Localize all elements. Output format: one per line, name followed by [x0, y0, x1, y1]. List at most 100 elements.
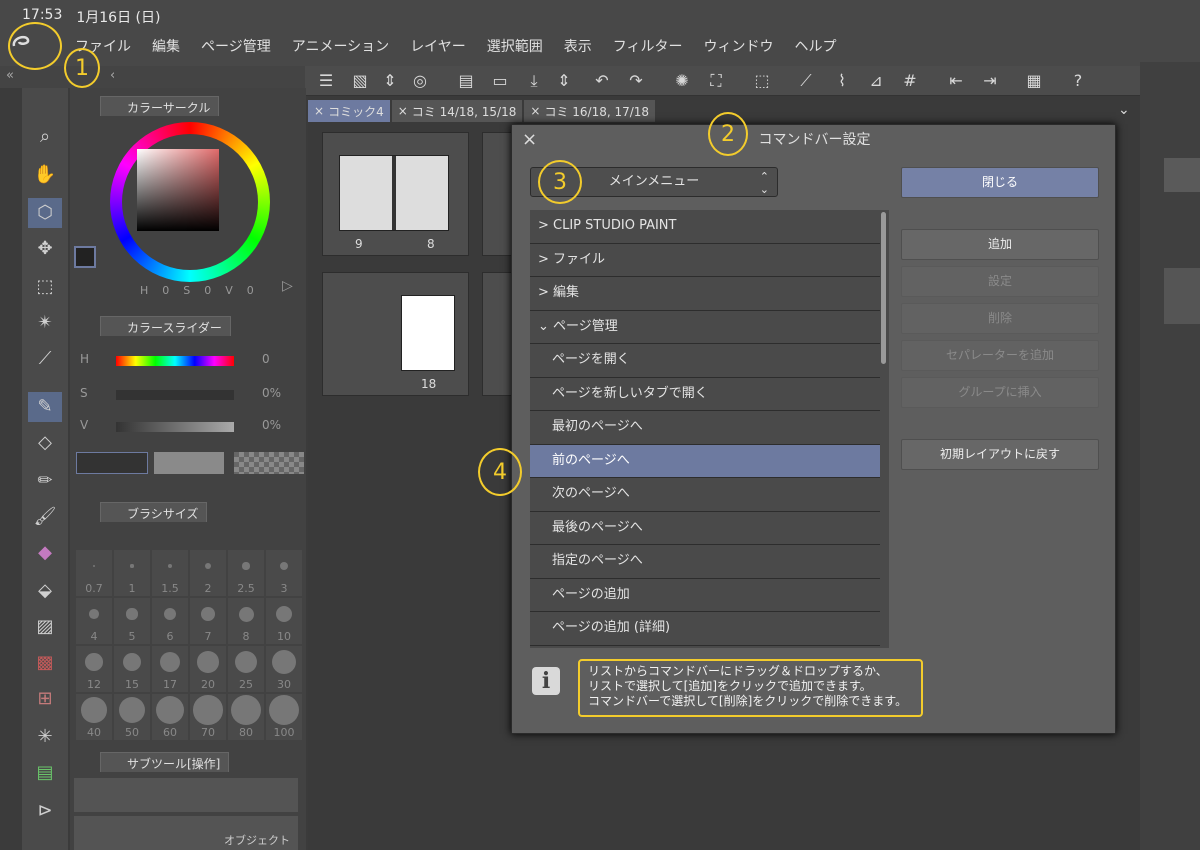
color-circle-tab[interactable]: カラーサークル	[100, 96, 220, 116]
close-button[interactable]: 閉じる	[901, 167, 1099, 198]
color-slider-tab[interactable]: カラースライダー	[100, 316, 231, 336]
bg-color-chip[interactable]	[154, 452, 224, 474]
subtool-tab[interactable]: サブツール[操作]	[100, 752, 230, 772]
subtool-item[interactable]	[74, 778, 298, 812]
menu-item-7[interactable]: フィルター	[613, 36, 683, 56]
brush-size-cell[interactable]: 10	[266, 598, 302, 644]
brush-size-cell[interactable]: 4	[76, 598, 112, 644]
command-list-item[interactable]: > CLIP STUDIO PAINT	[530, 210, 880, 244]
tab-0[interactable]: × コミック4	[308, 100, 390, 122]
brush-size-cell[interactable]: 5	[114, 598, 150, 644]
brush-size-cell[interactable]: 3	[266, 550, 302, 596]
settings-button[interactable]: 設定	[901, 266, 1099, 297]
pencil-icon[interactable]: ✏	[28, 466, 62, 496]
export-icon[interactable]: ⤓	[523, 70, 545, 92]
chevron-right-icon[interactable]: >	[538, 218, 553, 233]
saturation-slider[interactable]	[116, 390, 234, 400]
delete-button[interactable]: 削除	[901, 303, 1099, 334]
command-list-item[interactable]: 指定のページへ	[530, 545, 880, 579]
menu-item-1[interactable]: 編集	[152, 36, 180, 56]
undo-icon[interactable]: ↶	[591, 70, 613, 92]
balloon-icon[interactable]: ⊳	[28, 796, 62, 826]
chevron-down-icon[interactable]: ⌄	[538, 319, 553, 334]
chevron-right-icon[interactable]: >	[538, 285, 553, 300]
ruler-tool-icon[interactable]: ✳	[28, 722, 62, 752]
brush-size-cell[interactable]: 12	[76, 646, 112, 692]
hand-tool-icon[interactable]: ✋	[28, 160, 62, 190]
command-list-item[interactable]: 次のページへ	[530, 478, 880, 512]
chevron-down-icon[interactable]: ⌄	[1118, 102, 1130, 118]
play-icon[interactable]: ▷	[282, 278, 293, 294]
close-icon[interactable]: ×	[522, 129, 537, 150]
gradient-icon[interactable]: ▨	[28, 612, 62, 642]
close-icon[interactable]: ×	[398, 104, 408, 118]
zoom-tool-icon[interactable]: ⌕	[28, 122, 62, 152]
add-button[interactable]: 追加	[901, 229, 1099, 260]
command-list-item[interactable]: > ファイル	[530, 244, 880, 277]
command-list-item[interactable]: > 編集	[530, 277, 880, 311]
deselect-icon[interactable]: ⬚	[751, 70, 773, 92]
tab-2[interactable]: × コミ 16/18, 17/18	[524, 100, 656, 122]
fill-icon[interactable]: ⌇	[831, 70, 853, 92]
grid-icon[interactable]: #	[899, 70, 921, 92]
figure-icon[interactable]: ▩	[28, 648, 62, 678]
move-tool-icon[interactable]: ✥	[28, 234, 62, 264]
menu-item-8[interactable]: ウィンドウ	[704, 36, 774, 56]
transparent-chip[interactable]	[234, 452, 304, 474]
prev-page-icon[interactable]: ⇤	[945, 70, 967, 92]
collapse-left-icon[interactable]: «	[6, 68, 14, 83]
layout-icon[interactable]: ▦	[1023, 70, 1045, 92]
brush-size-cell[interactable]: 60	[152, 694, 188, 740]
loading-icon[interactable]: ✺	[671, 70, 693, 92]
brush-size-cell[interactable]: 6	[152, 598, 188, 644]
brush-size-cell[interactable]: 1.5	[152, 550, 188, 596]
menu-item-5[interactable]: 選択範囲	[487, 36, 543, 56]
scrollbar[interactable]	[881, 212, 886, 364]
brush-icon[interactable]: 🖌	[28, 502, 62, 532]
new-icon[interactable]: ▧	[349, 70, 371, 92]
text-tool-icon[interactable]: ▤	[28, 758, 62, 788]
page-thumb[interactable]: 18	[322, 272, 469, 396]
pen-tool-icon[interactable]: ✎	[28, 392, 62, 422]
menu-item-2[interactable]: ページ管理	[201, 36, 271, 56]
brush-size-cell[interactable]: 2	[190, 550, 226, 596]
object-row[interactable]: オブジェクト	[74, 816, 298, 850]
menu-item-3[interactable]: アニメーション	[292, 36, 389, 56]
value-slider[interactable]	[116, 422, 234, 432]
fg-color-chip[interactable]	[76, 452, 148, 474]
brush-size-cell[interactable]: 25	[228, 646, 264, 692]
color-wheel[interactable]	[110, 122, 270, 282]
brush-size-cell[interactable]: 20	[190, 646, 226, 692]
brush-size-cell[interactable]: 8	[228, 598, 264, 644]
frame-icon[interactable]: ⊞	[28, 684, 62, 714]
eraser-icon[interactable]: ◇	[28, 428, 62, 458]
command-list-item[interactable]: ページの追加	[530, 579, 880, 612]
ruler-icon[interactable]: ⊿	[865, 70, 887, 92]
menu-item-4[interactable]: レイヤー	[410, 36, 466, 56]
command-list-item[interactable]: 前のページへ	[530, 444, 880, 478]
command-list-item[interactable]: ページを新しいタブで開く	[530, 378, 880, 411]
brush-size-cell[interactable]: 30	[266, 646, 302, 692]
open-folder-icon[interactable]: ▭	[489, 70, 511, 92]
updown2-icon[interactable]: ⇕	[553, 70, 575, 92]
brush-size-cell[interactable]: 15	[114, 646, 150, 692]
updown-icon[interactable]: ⇕	[379, 70, 401, 92]
hue-slider[interactable]	[116, 356, 234, 366]
fill-bucket-icon[interactable]: ⬙	[28, 576, 62, 606]
transform-icon[interactable]: ⛶	[705, 70, 727, 92]
brush-size-cell[interactable]: 2.5	[228, 550, 264, 596]
command-list-item[interactable]: 最後のページへ	[530, 512, 880, 545]
brush-size-cell[interactable]: 40	[76, 694, 112, 740]
spread-thumb[interactable]: 9 8	[322, 132, 469, 256]
command-list-item[interactable]: 最初のページへ	[530, 411, 880, 445]
reset-layout-button[interactable]: 初期レイアウトに戻す	[901, 439, 1099, 470]
menu-item-6[interactable]: 表示	[564, 36, 592, 56]
tab-1[interactable]: × コミ 14/18, 15/18	[391, 100, 523, 122]
brush-size-cell[interactable]: 1	[114, 550, 150, 596]
insert-group-button[interactable]: グループに挿入	[901, 377, 1099, 408]
brush-size-cell[interactable]: 17	[152, 646, 188, 692]
menu-item-9[interactable]: ヘルプ	[795, 36, 837, 56]
brush-size-cell[interactable]: 7	[190, 598, 226, 644]
command-list-item[interactable]: ⌄ ページ管理	[530, 311, 880, 344]
brush-size-cell[interactable]: 80	[228, 694, 264, 740]
